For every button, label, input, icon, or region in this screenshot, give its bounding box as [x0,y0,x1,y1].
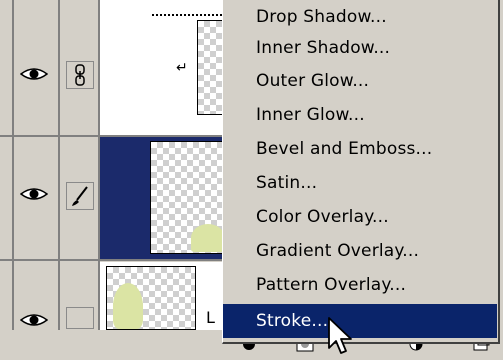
eye-icon[interactable] [20,66,48,82]
menu-item-inner-glow[interactable]: Inner Glow... [223,98,497,132]
layer-link-line [152,0,230,16]
brush-icon[interactable] [66,182,94,210]
layers-panel: ↵ L [0,0,230,330]
eye-icon[interactable] [20,312,48,328]
menu-item-stroke[interactable]: Stroke... [223,304,497,338]
empty-link-cell[interactable] [66,307,94,329]
menu-item-drop-shadow[interactable]: Drop Shadow... [223,0,497,34]
menu-item-bevel-and-emboss[interactable]: Bevel and Emboss... [223,132,497,166]
menu-item-color-overlay[interactable]: Color Overlay... [223,200,497,234]
menu-item-pattern-overlay[interactable]: Pattern Overlay... [223,268,497,302]
layer-thumbnail-bottom [106,266,196,330]
chain-link-icon[interactable] [66,61,94,89]
clipping-arrow-icon: ↵ [176,60,188,76]
layer-thumbnail-selected [150,141,230,254]
menu-item-gradient-overlay[interactable]: Gradient Overlay... [223,234,497,268]
eye-icon[interactable] [20,186,48,202]
menu-item-outer-glow[interactable]: Outer Glow... [223,64,497,98]
menu-item-inner-shadow[interactable]: Inner Shadow... [223,31,497,65]
layer-style-menu: Drop Shadow... Inner Shadow... Outer Glo… [222,0,500,344]
layer-name: L [206,308,215,327]
menu-item-satin[interactable]: Satin... [223,166,497,200]
arrow-cursor-icon [326,316,356,356]
